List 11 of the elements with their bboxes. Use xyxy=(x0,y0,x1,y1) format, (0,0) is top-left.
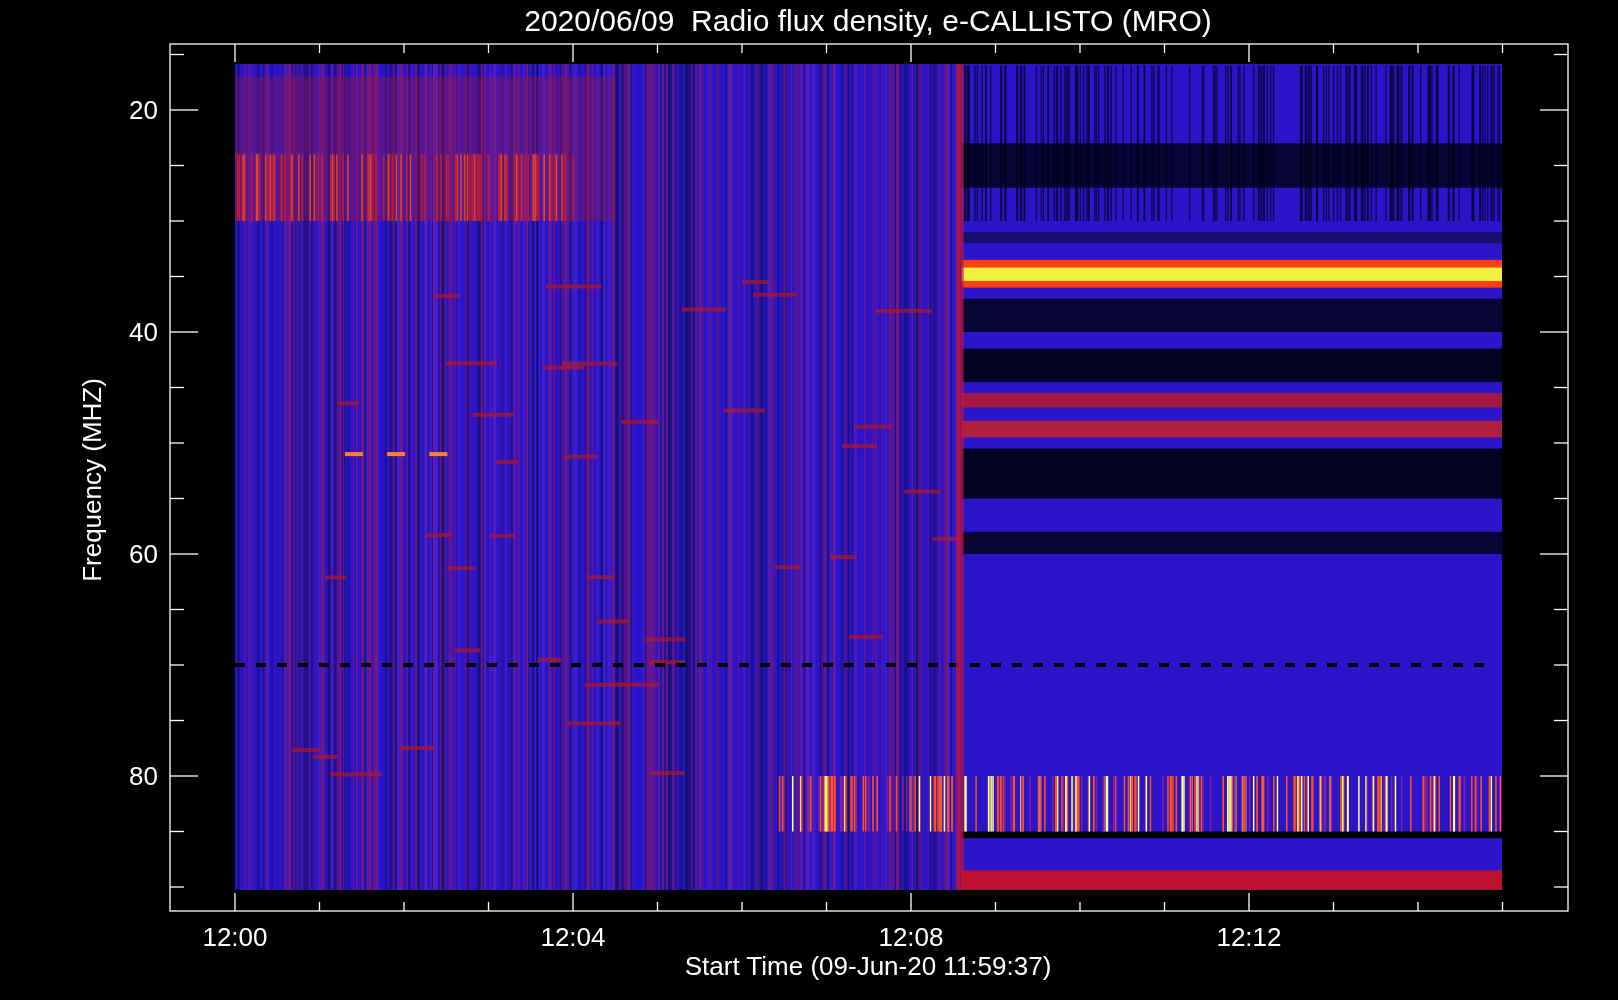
x-tick-label: 12:12 xyxy=(1216,922,1282,952)
x-axis-label: Start Time (09-Jun-20 11:59:37) xyxy=(684,951,1052,981)
x-tick-label: 12:04 xyxy=(540,922,606,952)
y-tick-label: 80 xyxy=(129,761,158,791)
y-axis-label: Frequency (MHZ) xyxy=(77,378,107,582)
y-tick-label: 40 xyxy=(129,317,158,347)
x-tick-label: 12:08 xyxy=(878,922,944,952)
x-tick-label: 12:00 xyxy=(202,922,268,952)
y-tick-label: 20 xyxy=(129,95,158,125)
y-tick-label: 60 xyxy=(129,539,158,569)
chart-title: 2020/06/09 Radio flux density, e-CALLISTO (MRO) xyxy=(524,4,1212,37)
